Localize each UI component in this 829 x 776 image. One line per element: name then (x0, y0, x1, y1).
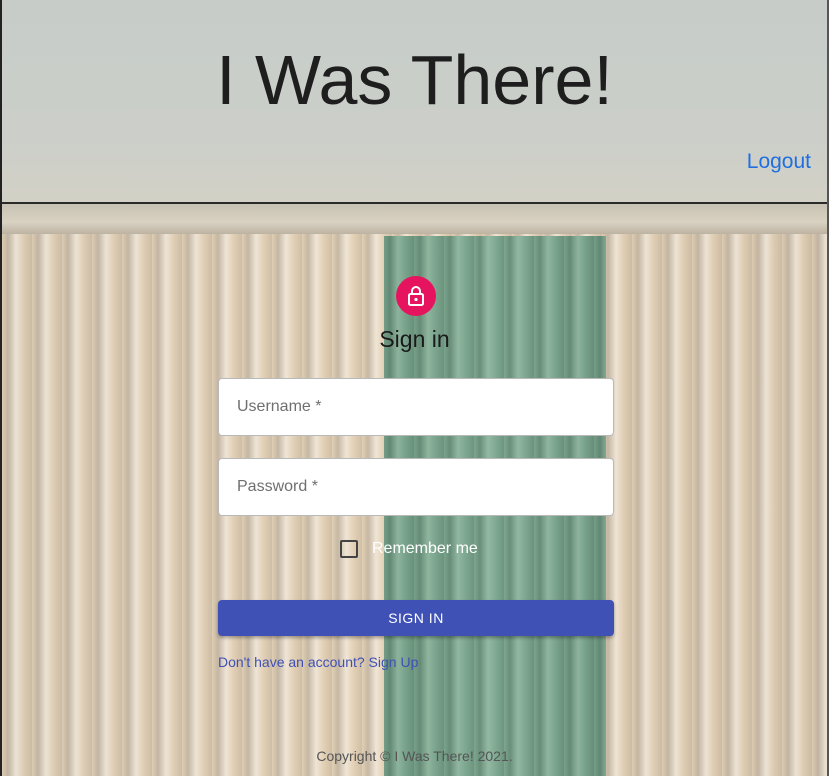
logout-link[interactable]: Logout (747, 150, 811, 174)
password-input[interactable] (219, 459, 613, 515)
remember-me-label: Remember me (372, 540, 478, 557)
sign-in-button[interactable]: SIGN IN (218, 600, 614, 636)
password-field[interactable] (218, 458, 614, 516)
lock-avatar (396, 276, 436, 316)
sign-up-link[interactable]: Don't have an account? Sign Up (218, 654, 418, 670)
sign-in-heading: Sign in (379, 326, 450, 352)
username-input[interactable] (219, 379, 613, 435)
app-window: I Was There! Logout Sign in Remember me … (0, 0, 829, 776)
remember-me-checkbox[interactable] (340, 540, 358, 558)
site-title: I Was There! (216, 41, 613, 119)
username-field[interactable] (218, 378, 614, 436)
copyright-text: Copyright © I Was There! 2021. (316, 748, 513, 764)
background-image-top (2, 204, 827, 234)
header: I Was There! Logout (2, 0, 827, 204)
remember-me[interactable]: Remember me (340, 540, 478, 558)
lock-icon (408, 286, 424, 306)
